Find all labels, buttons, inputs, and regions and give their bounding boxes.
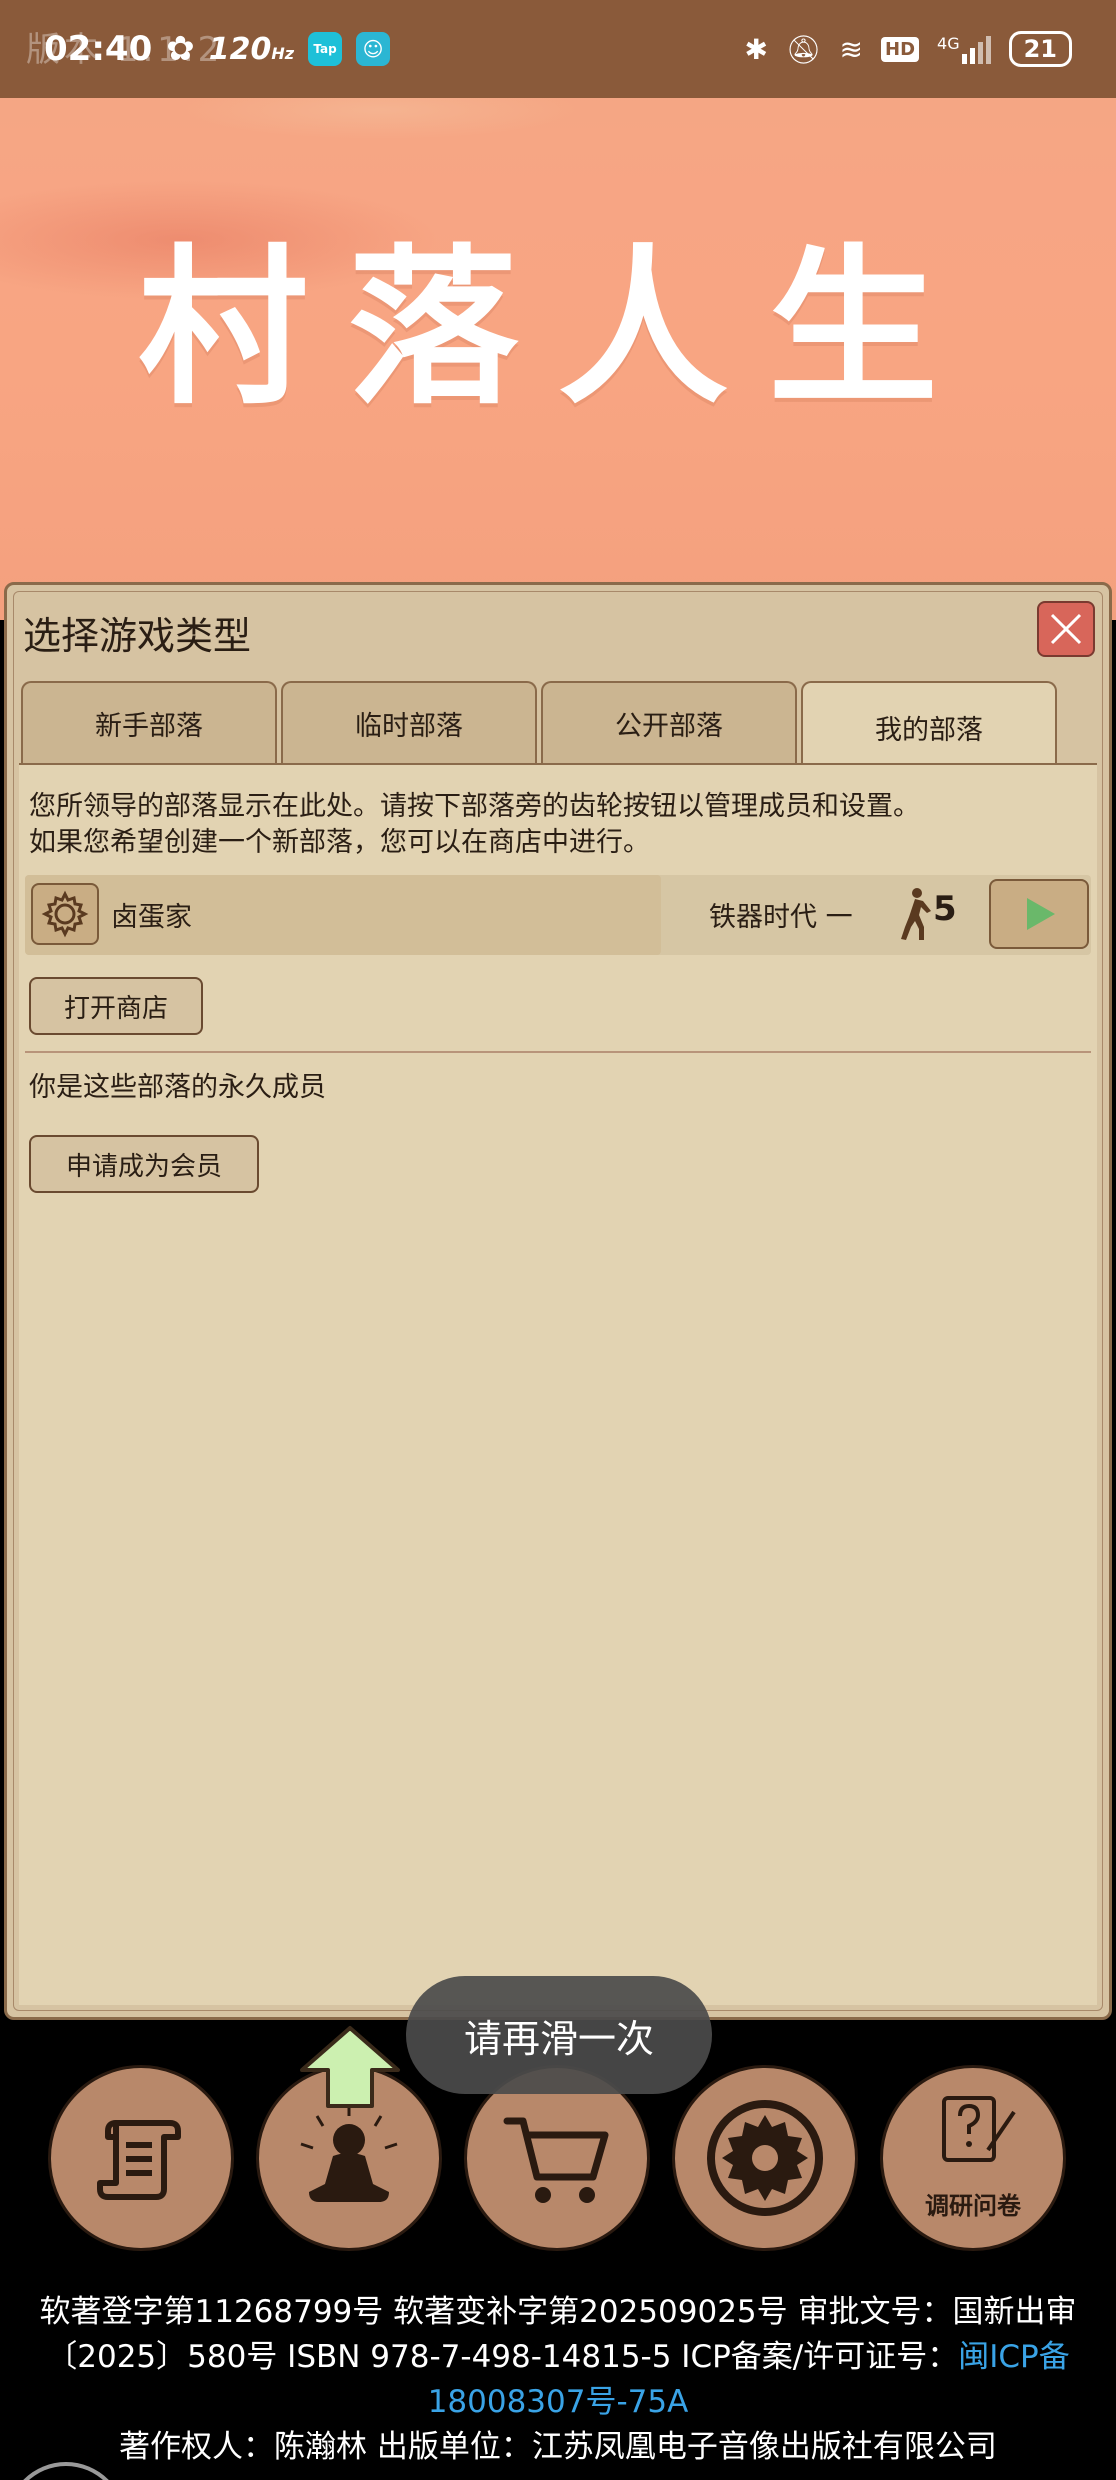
hd-badge: HD <box>881 36 920 62</box>
app-notification-icon: ☺ <box>356 32 391 66</box>
footer-line-4: 著作权人：陈瀚林 出版单位：江苏凤凰电子音像出版社有限公司 <box>119 2429 997 2465</box>
game-type-dialog: 选择游戏类型 新手部落 临时部落 公开部落 我的部落 您所领导的部落显示在此处。… <box>4 582 1112 2020</box>
up-arrow-icon <box>300 2026 400 2108</box>
wifi-icon: ≋ <box>839 32 863 66</box>
footer-line-2: 〔2025〕580号 ISBN 978-7-498-14815-5 ICP备案/… <box>46 2339 1070 2375</box>
bluetooth-icon: ✱ <box>744 32 768 66</box>
taptap-app-icon: Tap <box>308 32 343 66</box>
survey-icon <box>942 2096 1016 2162</box>
tab-temporary-tribe[interactable]: 临时部落 <box>281 681 537 763</box>
signal-icon <box>961 34 991 64</box>
tab-content: 您所领导的部落显示在此处。请按下部落旁的齿轮按钮以管理成员和设置。 如果您希望创… <box>19 763 1097 2005</box>
open-shop-button[interactable]: 打开商店 <box>29 977 203 1035</box>
status-bar: 版本 1.1.2 02:40 ✿ 120Hz Tap ☺ ✱ 🔕︎ ≋ HD 4… <box>0 0 1116 98</box>
icp-link[interactable]: 闽ICP备 <box>958 2339 1069 2375</box>
meditate-icon <box>300 2104 398 2202</box>
mute-bell-icon: 🔕︎ <box>785 32 822 66</box>
nav-settings-button[interactable] <box>672 2065 858 2251</box>
tribe-name: 卤蛋家 <box>111 902 192 933</box>
tribe-member-count: 5 <box>933 889 957 929</box>
cart-icon <box>503 2117 609 2203</box>
tab-my-tribe[interactable]: 我的部落 <box>801 681 1057 771</box>
battery-indicator: 21 <box>1008 31 1072 67</box>
gear-icon <box>41 890 89 938</box>
scroll-icon <box>97 2120 181 2200</box>
survey-label: 调研问卷 <box>925 2192 1021 2220</box>
permanent-member-text: 你是这些部落的永久成员 <box>29 1072 326 1103</box>
tab-bar: 新手部落 临时部落 公开部落 我的部落 <box>21 681 1095 771</box>
legal-footer: 软著登字第11268799号 软著变补字第202509025号 审批文号：国新出… <box>0 2290 1116 2470</box>
enter-tribe-button[interactable] <box>989 879 1089 949</box>
dialog-title: 选择游戏类型 <box>23 614 252 658</box>
close-button[interactable] <box>1037 601 1095 657</box>
divider <box>25 1051 1091 1053</box>
tribe-settings-button[interactable] <box>31 883 99 945</box>
description-text: 您所领导的部落显示在此处。请按下部落旁的齿轮按钮以管理成员和设置。 如果您希望创… <box>29 791 920 858</box>
nav-survey-button[interactable]: 调研问卷 <box>880 2065 1066 2251</box>
play-icon <box>1027 898 1055 930</box>
apply-membership-button[interactable]: 申请成为会员 <box>29 1135 259 1193</box>
tab-beginner-tribe[interactable]: 新手部落 <box>21 681 277 763</box>
tribe-row: 卤蛋家 铁器时代 一 5 <box>25 875 1091 955</box>
nav-scroll-button[interactable] <box>48 2065 234 2251</box>
close-icon <box>1050 613 1082 645</box>
game-title-logo: 村落人生 <box>137 230 978 428</box>
footer-line-1: 软著登字第11268799号 软著变补字第202509025号 审批文号：国新出… <box>39 2294 1077 2330</box>
tab-public-tribe[interactable]: 公开部落 <box>541 681 797 763</box>
network-type: 4G <box>937 34 991 64</box>
toast-message: 请再滑一次 <box>406 1976 712 2094</box>
tribe-era: 铁器时代 一 <box>709 902 853 933</box>
icp-link-continued[interactable]: 18008307号-75A <box>428 2384 689 2420</box>
walking-person-icon <box>901 888 931 940</box>
gear-icon <box>707 2100 823 2216</box>
status-time: 02:40 <box>44 29 153 69</box>
